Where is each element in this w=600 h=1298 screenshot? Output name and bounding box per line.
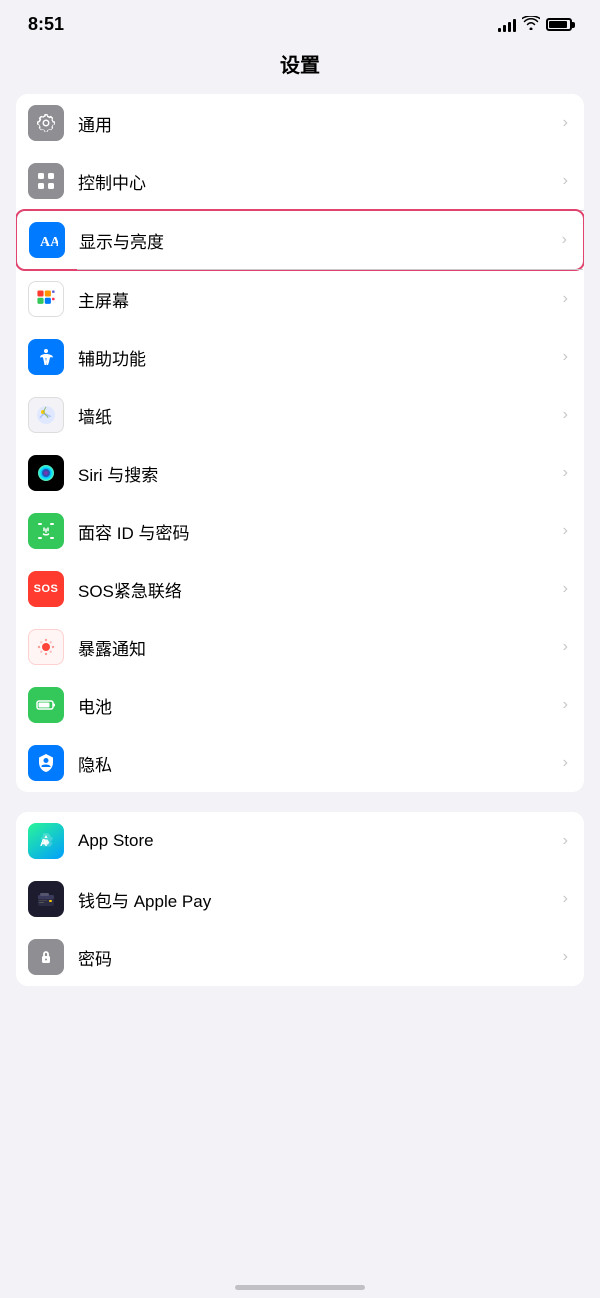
chevron-icon: ›	[563, 832, 568, 850]
faceid-icon	[28, 513, 64, 549]
settings-item-battery[interactable]: 电池 ›	[16, 676, 584, 734]
siri-label: Siri 与搜索	[78, 461, 559, 486]
settings-item-siri[interactable]: Siri 与搜索 ›	[16, 444, 584, 502]
settings-item-exposure[interactable]: 暴露通知 ›	[16, 618, 584, 676]
faceid-label: 面容 ID 与密码	[78, 519, 559, 544]
settings-item-homescreen[interactable]: 主屏幕 ›	[16, 270, 584, 328]
settings-item-password[interactable]: 密码 ›	[16, 928, 584, 986]
accessibility-label: 辅助功能	[78, 345, 559, 370]
wallpaper-label: 墙纸	[78, 403, 559, 428]
general-label: 通用	[78, 111, 559, 136]
privacy-label: 隐私	[78, 751, 559, 776]
chevron-icon: ›	[563, 348, 568, 366]
battery-icon	[28, 687, 64, 723]
display-icon: AA	[29, 222, 65, 258]
chevron-icon: ›	[563, 114, 568, 132]
wallpaper-icon	[28, 397, 64, 433]
homescreen-label: 主屏幕	[78, 287, 559, 312]
chevron-icon: ›	[563, 406, 568, 424]
settings-item-appstore[interactable]: A App Store ›	[16, 812, 584, 870]
battery-status-icon	[546, 18, 572, 31]
chevron-icon: ›	[563, 580, 568, 598]
chevron-icon: ›	[563, 890, 568, 908]
sos-icon: SOS	[28, 571, 64, 607]
settings-section-1: 通用 › 控制中心 › AA 显示与亮度 ›	[16, 94, 584, 792]
homescreen-icon	[28, 281, 64, 317]
status-time: 8:51	[28, 14, 64, 35]
home-indicator	[235, 1285, 365, 1290]
chevron-icon: ›	[563, 172, 568, 190]
appstore-icon: A	[28, 823, 64, 859]
siri-icon	[28, 455, 64, 491]
chevron-icon: ›	[563, 948, 568, 966]
chevron-icon: ›	[562, 231, 567, 249]
settings-item-privacy[interactable]: 隐私 ›	[16, 734, 584, 792]
chevron-icon: ›	[563, 522, 568, 540]
battery-label: 电池	[78, 693, 559, 718]
gear-icon	[28, 105, 64, 141]
password-label: 密码	[78, 945, 559, 970]
status-icons	[498, 16, 572, 33]
settings-item-wallet[interactable]: 钱包与 Apple Pay ›	[16, 870, 584, 928]
settings-item-wallpaper[interactable]: 墙纸 ›	[16, 386, 584, 444]
chevron-icon: ›	[563, 696, 568, 714]
settings-item-control-center[interactable]: 控制中心 ›	[16, 152, 584, 210]
wallet-icon	[28, 881, 64, 917]
control-center-label: 控制中心	[78, 169, 559, 194]
wifi-icon	[522, 16, 540, 33]
chevron-icon: ›	[563, 290, 568, 308]
page-title: 设置	[0, 43, 600, 94]
sos-label: SOS紧急联络	[78, 577, 559, 602]
settings-item-sos[interactable]: SOS SOS紧急联络 ›	[16, 560, 584, 618]
settings-item-general[interactable]: 通用 ›	[16, 94, 584, 152]
chevron-icon: ›	[563, 754, 568, 772]
svg-text:AA: AA	[40, 235, 58, 250]
exposure-icon	[28, 629, 64, 665]
settings-item-accessibility[interactable]: 辅助功能 ›	[16, 328, 584, 386]
chevron-icon: ›	[563, 464, 568, 482]
privacy-icon	[28, 745, 64, 781]
accessibility-icon	[28, 339, 64, 375]
chevron-icon: ›	[563, 638, 568, 656]
appstore-label: App Store	[78, 831, 559, 851]
display-label: 显示与亮度	[79, 228, 558, 253]
settings-item-display[interactable]: AA 显示与亮度 ›	[16, 209, 584, 271]
signal-icon	[498, 18, 516, 32]
wallet-label: 钱包与 Apple Pay	[78, 887, 559, 912]
exposure-label: 暴露通知	[78, 635, 559, 660]
control-center-icon	[28, 163, 64, 199]
settings-section-2: A App Store › 钱包与 Apple Pay ›	[16, 812, 584, 986]
status-bar: 8:51	[0, 0, 600, 43]
password-icon	[28, 939, 64, 975]
settings-item-faceid[interactable]: 面容 ID 与密码 ›	[16, 502, 584, 560]
